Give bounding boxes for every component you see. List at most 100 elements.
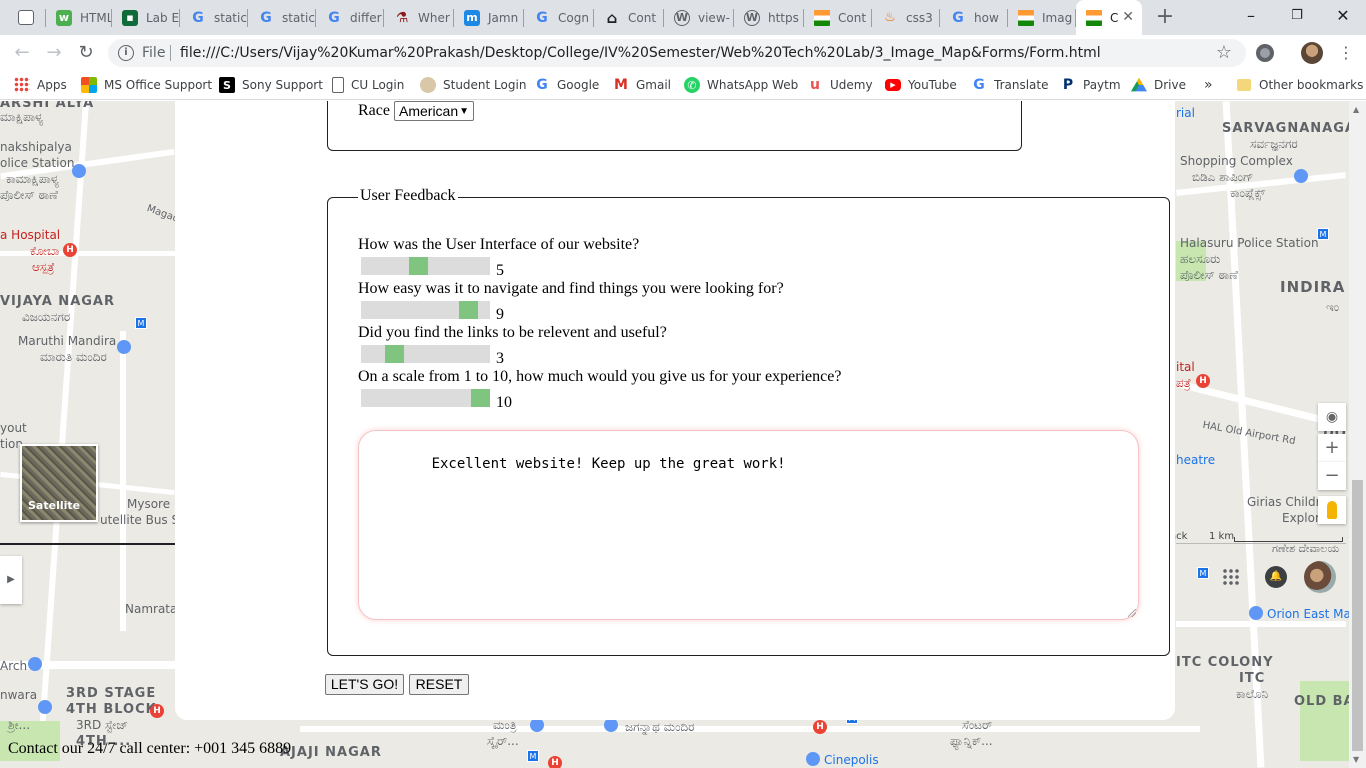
hospital-pin-icon[interactable]: H [1196, 374, 1210, 388]
tab-3[interactable]: G static [180, 0, 248, 35]
tab-1[interactable]: w HTML [46, 0, 112, 35]
extension-icon[interactable] [1256, 44, 1274, 62]
shopping-pin-icon[interactable] [1249, 606, 1263, 620]
tab-13[interactable]: ♨ css3 [872, 0, 940, 35]
forward-button[interactable]: → [42, 41, 66, 65]
submit-button[interactable]: LET'S GO! [325, 674, 404, 695]
google-apps-icon[interactable] [1222, 568, 1240, 586]
bookmark-apps[interactable]: Apps [14, 76, 67, 94]
url-text[interactable]: file:///C:/Users/Vijay%20Kumar%20Prakash… [180, 45, 1101, 61]
question-4-slider[interactable] [361, 389, 490, 407]
india-flag-icon [814, 9, 830, 26]
tab-11[interactable]: W https [734, 0, 804, 35]
page-scrollbar[interactable]: ▲ ▼ [1349, 101, 1366, 768]
hospital-pin-icon[interactable]: H [548, 756, 562, 768]
tab-8[interactable]: G Cogn [524, 0, 594, 35]
close-window-button[interactable]: ✕ [1320, 0, 1366, 32]
profile-avatar[interactable] [1301, 42, 1323, 64]
hospital-pin-icon[interactable]: H [150, 704, 164, 718]
tab-12[interactable]: Cont [804, 0, 872, 35]
new-tab-button[interactable]: + [1153, 3, 1177, 31]
scrollbar-thumb[interactable] [1352, 480, 1363, 751]
feedback-textarea[interactable]: Excellent website! Keep up the great wor… [358, 430, 1139, 620]
hospital-pin-icon[interactable]: H [813, 720, 827, 734]
my-location-icon[interactable]: ◉ [1318, 403, 1346, 431]
bookmark-student-login[interactable]: Student Login [420, 76, 526, 94]
close-tab-icon[interactable]: ✕ [1122, 9, 1134, 25]
slider-thumb[interactable] [471, 389, 490, 407]
shopping-pin-icon[interactable] [1294, 169, 1308, 183]
bookmarks-overflow-button[interactable]: » [1204, 76, 1213, 94]
other-bookmarks[interactable]: Other bookmarks [1237, 76, 1363, 94]
slider-thumb[interactable] [385, 345, 404, 363]
bookmark-translate[interactable]: G Translate [971, 76, 1048, 94]
map-label: ಸ್ಕೈರ್... [487, 734, 519, 748]
zoom-out-button[interactable]: − [1318, 462, 1346, 490]
race-select[interactable]: American ▼ [394, 101, 474, 121]
place-pin-icon[interactable] [530, 718, 544, 732]
expand-side-panel-button[interactable]: ▶ [0, 556, 22, 604]
browser-menu-icon[interactable]: ⋮ [1338, 42, 1354, 64]
temple-pin-icon[interactable] [117, 340, 131, 354]
tab-14[interactable]: G how [940, 0, 1008, 35]
metro-station-icon[interactable]: M [135, 317, 147, 329]
place-pin-icon[interactable] [28, 657, 42, 671]
bookmark-ms-office[interactable]: MS Office Support [81, 76, 212, 94]
scroll-down-icon[interactable]: ▼ [1353, 755, 1359, 764]
slider-thumb[interactable] [409, 257, 428, 275]
tab-15[interactable]: Imag [1008, 0, 1076, 35]
question-3-slider[interactable] [361, 345, 490, 363]
back-button[interactable]: ← [10, 41, 34, 65]
bookmark-star-icon[interactable]: ☆ [1216, 42, 1232, 63]
tab-7[interactable]: m Jamn [454, 0, 524, 35]
tab-9[interactable]: ⌂ Cont [594, 0, 664, 35]
address-bar[interactable]: i File file:///C:/Users/Vijay%20Kumar%20… [108, 39, 1246, 67]
tab-6[interactable]: ⚗ Wher [384, 0, 454, 35]
metro-station-icon[interactable]: M [1197, 567, 1209, 579]
slider-thumb[interactable] [459, 301, 478, 319]
drive-icon [1131, 77, 1147, 92]
bookmark-drive[interactable]: Drive [1131, 76, 1186, 94]
minimize-button[interactable]: – [1228, 0, 1274, 32]
tab-2[interactable]: ▪ Lab E [112, 0, 180, 35]
scroll-up-icon[interactable]: ▲ [1353, 105, 1359, 114]
maximize-button[interactable]: ❐ [1274, 0, 1320, 32]
google-icon: G [192, 9, 204, 26]
bookmark-paytm[interactable]: P Paytm [1060, 76, 1121, 94]
bookmark-sony[interactable]: S Sony Support [219, 76, 323, 94]
temple-pin-icon[interactable] [604, 718, 618, 732]
form-card: Race American ▼ User Feedback How was th… [175, 101, 1175, 720]
account-avatar[interactable] [1304, 561, 1336, 593]
info-icon[interactable]: i [118, 45, 134, 61]
bookmark-cu-login[interactable]: CU Login [332, 76, 404, 94]
hospital-pin-icon[interactable]: H [63, 243, 77, 257]
place-pin-icon[interactable] [38, 700, 52, 714]
metro-station-icon[interactable]: M [527, 750, 539, 762]
question-2-slider[interactable] [361, 301, 490, 319]
dropdown-arrow-icon: ▼ [459, 106, 469, 117]
reload-button[interactable]: ↻ [74, 41, 98, 65]
bookmark-google[interactable]: G Google [534, 76, 599, 94]
bookmark-youtube[interactable]: ▶ YouTube [885, 76, 957, 94]
question-1-slider[interactable] [361, 257, 490, 275]
resize-handle-icon[interactable] [1128, 609, 1136, 617]
bookmark-gmail[interactable]: M Gmail [613, 76, 671, 94]
map-label: ಹಲಸೂರು [1180, 252, 1221, 266]
tab-5[interactable]: G differ [316, 0, 384, 35]
google-icon: G [536, 77, 548, 93]
street-view-pegman-icon[interactable] [1318, 496, 1346, 524]
zoom-in-button[interactable]: + [1318, 434, 1346, 462]
notifications-bell-icon[interactable]: 🔔 [1265, 566, 1287, 588]
tab-4[interactable]: G static [248, 0, 316, 35]
cinema-pin-icon[interactable] [806, 752, 820, 766]
police-station-pin-icon[interactable] [72, 164, 86, 178]
reset-button[interactable]: RESET [409, 674, 469, 695]
bookmark-udemy[interactable]: u Udemy [807, 76, 873, 94]
google-icon: G [260, 9, 272, 26]
tab-10[interactable]: W view- [664, 0, 734, 35]
satellite-toggle[interactable]: Satellite [20, 444, 98, 522]
metro-station-icon[interactable]: M [1317, 228, 1329, 240]
tab-active[interactable]: C ✕ [1076, 0, 1142, 35]
bookmark-whatsapp[interactable]: ✆ WhatsApp Web [684, 76, 798, 94]
tab-0[interactable] [8, 0, 46, 35]
